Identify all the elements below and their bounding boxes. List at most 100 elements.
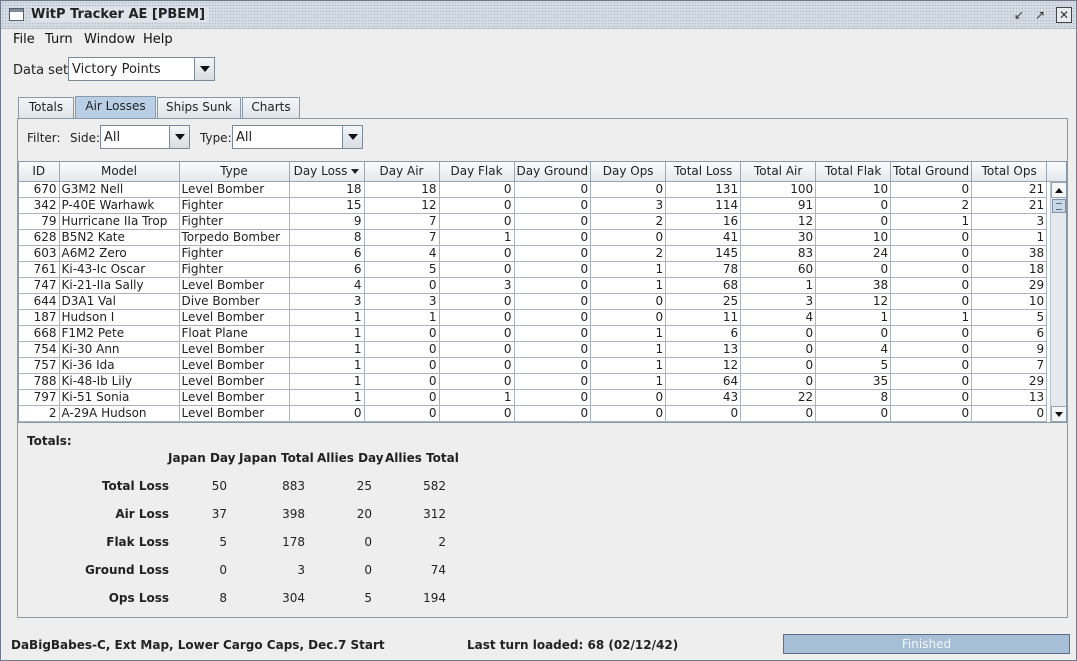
menu-help[interactable]: Help: [143, 32, 173, 47]
close-icon[interactable]: ✕: [1056, 7, 1072, 23]
table-cell: 0: [514, 277, 592, 294]
type-select[interactable]: All: [232, 125, 363, 149]
table-row[interactable]: 2 A-29A Hudson Level Bomber 0 0 0 0 0 0 0 0 0 0: [19, 405, 1048, 422]
column-header-total-air[interactable]: Total Air: [740, 162, 817, 182]
column-header-type[interactable]: Type: [179, 162, 290, 182]
tab-totals[interactable]: Totals: [18, 97, 74, 118]
totals-value: 37: [211, 507, 227, 521]
table-cell: Level Bomber: [179, 405, 290, 422]
table-cell: Torpedo Bomber: [179, 229, 290, 246]
table-row[interactable]: 747 Ki-21-IIa Sally Level Bomber 4 0 3 0 1 68 1 38…: [19, 277, 1048, 294]
table-cell: 2: [890, 197, 973, 214]
minimize-icon[interactable]: ↙: [1011, 7, 1027, 23]
column-header-day-ground[interactable]: Day Ground: [514, 162, 592, 182]
column-header-total-ops[interactable]: Total Ops: [971, 162, 1048, 182]
table-cell: 628: [19, 229, 60, 246]
table-cell: 1: [289, 357, 365, 374]
table-cell: 0: [740, 325, 817, 342]
table-row[interactable]: 761 Ki-43-Ic Oscar Fighter 6 5 0 0 1 78 60 0 0 18: [19, 261, 1048, 278]
title-bar[interactable]: WitP Tracker AE [PBEM] ↙ ↗ ✕: [1, 1, 1076, 29]
column-header-day-loss[interactable]: Day Loss: [289, 162, 365, 182]
column-header-day-air[interactable]: Day Air: [364, 162, 440, 182]
table-cell: 68: [665, 277, 742, 294]
table-cell: 60: [740, 261, 817, 278]
table-row[interactable]: 788 Ki-48-Ib Lily Level Bomber 1 0 0 0 1 64 0 35 0 2…: [19, 373, 1048, 390]
chevron-down-icon[interactable]: [342, 126, 362, 148]
table-cell: 24: [815, 245, 892, 262]
table-cell: 4: [740, 309, 817, 326]
progress-text: Finished: [901, 637, 952, 651]
column-header-model[interactable]: Model: [59, 162, 180, 182]
table-cell: 1: [890, 309, 973, 326]
table-scrollbar[interactable]: [1050, 182, 1066, 422]
table-cell: 83: [740, 245, 817, 262]
table-cell: 10: [815, 229, 892, 246]
table-cell: 3: [590, 197, 667, 214]
column-header-label: Total Ops: [981, 164, 1037, 179]
table-row[interactable]: 187 Hudson I Level Bomber 1 1 0 0 0 11 4 1 1 5: [19, 309, 1048, 326]
column-header-day-ops[interactable]: Day Ops: [590, 162, 667, 182]
table-row[interactable]: 757 Ki-36 Ida Level Bomber 1 0 0 0 1 12 0 5 0 7: [19, 357, 1048, 374]
table-cell: F1M2 Pete: [59, 325, 180, 342]
table-cell: 342: [19, 197, 60, 214]
scroll-up-icon[interactable]: [1051, 182, 1066, 198]
table-row[interactable]: 603 A6M2 Zero Fighter 6 4 0 0 2 145 83 24 0 38: [19, 245, 1048, 262]
table-cell: 6: [289, 261, 365, 278]
sort-descending-icon: [351, 169, 360, 175]
table-cell: 668: [19, 325, 60, 342]
table-row[interactable]: 79 Hurricane IIa Trop Fighter 9 7 0 0 2 16 12 0 1 3: [19, 213, 1048, 230]
table-cell: 1: [590, 357, 667, 374]
totals-header: Allies Day: [317, 451, 384, 465]
type-label: Type:: [200, 131, 232, 145]
table-row[interactable]: 668 F1M2 Pete Float Plane 1 0 0 0 1 6 0 0 0 6: [19, 325, 1048, 342]
column-header-total-ground[interactable]: Total Ground: [890, 162, 973, 182]
totals-label: Totals:: [27, 434, 72, 448]
totals-value: 883: [282, 479, 305, 493]
tab-air-losses[interactable]: Air Losses: [75, 96, 156, 118]
chevron-down-icon[interactable]: [194, 58, 214, 80]
table-cell: 0: [740, 405, 817, 422]
table-row[interactable]: 342 P-40E Warhawk Fighter 15 12 0 0 3 114 91 0 2 21: [19, 197, 1048, 214]
column-header-label: ID: [32, 164, 46, 179]
menu-file[interactable]: File: [13, 32, 35, 47]
column-header-day-flak[interactable]: Day Flak: [439, 162, 515, 182]
chevron-down-icon[interactable]: [169, 126, 189, 148]
table-cell: 18: [971, 261, 1048, 278]
scroll-thumb[interactable]: [1052, 199, 1066, 213]
table-cell: Ki-43-Ic Oscar: [59, 261, 180, 278]
side-value: All: [104, 130, 121, 145]
table-cell: Level Bomber: [179, 309, 290, 326]
column-header-total-loss[interactable]: Total Loss: [665, 162, 742, 182]
totals-value: 5: [219, 535, 227, 549]
maximize-icon[interactable]: ↗: [1032, 7, 1048, 23]
totals-value: 3: [297, 563, 305, 577]
column-header-total-flak[interactable]: Total Flak: [815, 162, 892, 182]
table-cell: 0: [971, 405, 1048, 422]
table-cell: 0: [590, 405, 667, 422]
type-value: All: [236, 130, 253, 145]
dataset-select[interactable]: Victory Points: [68, 57, 215, 81]
table-row[interactable]: 797 Ki-51 Sonia Level Bomber 1 0 1 0 0 43 22 8 0 13: [19, 389, 1048, 406]
table-cell: Ki-30 Ann: [59, 341, 180, 358]
table-cell: Level Bomber: [179, 181, 290, 198]
tab-ships-sunk[interactable]: Ships Sunk: [157, 97, 241, 118]
scroll-down-icon[interactable]: [1051, 406, 1066, 422]
table-cell: 1: [815, 309, 892, 326]
table-cell: 0: [514, 197, 592, 214]
totals-value: 0: [219, 563, 227, 577]
column-header-id[interactable]: ID: [19, 162, 60, 182]
side-select[interactable]: All: [100, 125, 190, 149]
table-cell: 11: [665, 309, 742, 326]
table-row[interactable]: 754 Ki-30 Ann Level Bomber 1 0 0 0 1 13 0 4 0 9: [19, 341, 1048, 358]
menu-turn[interactable]: Turn: [45, 32, 73, 47]
tab-charts[interactable]: Charts: [242, 97, 300, 118]
column-header-label: Day Flak: [450, 164, 503, 179]
table-row[interactable]: 644 D3A1 Val Dive Bomber 3 3 0 0 0 25 3 12 0 10: [19, 293, 1048, 310]
table-cell: P-40E Warhawk: [59, 197, 180, 214]
table-cell: 0: [514, 325, 592, 342]
table-cell: 3: [971, 213, 1048, 230]
table-row[interactable]: 670 G3M2 Nell Level Bomber 18 18 0 0 0 131 100 10 0…: [19, 181, 1048, 198]
table-row[interactable]: 628 B5N2 Kate Torpedo Bomber 8 7 1 0 0 41 30 10 0 1: [19, 229, 1048, 246]
totals-value: 8: [219, 591, 227, 605]
menu-window[interactable]: Window: [84, 32, 135, 47]
